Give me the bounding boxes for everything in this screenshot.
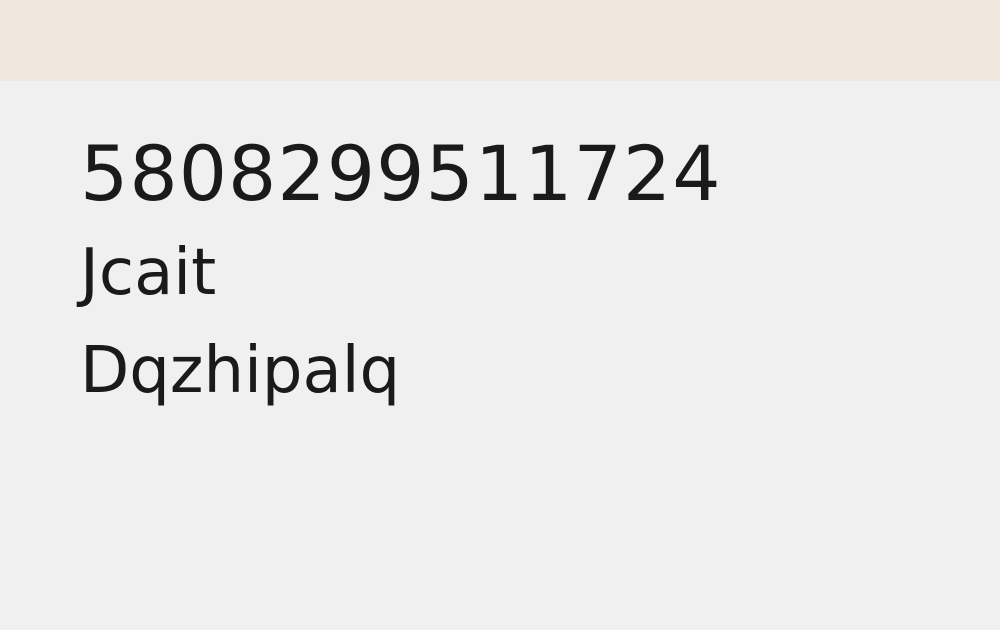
first-name-text: Jcait — [80, 236, 217, 310]
second-name-text: Dqzhipalq — [80, 334, 401, 408]
top-bar — [0, 0, 1000, 81]
content-area: 5808299511724 Jcait Dqzhipalq — [80, 130, 940, 420]
number-text: 5808299511724 — [80, 129, 722, 218]
